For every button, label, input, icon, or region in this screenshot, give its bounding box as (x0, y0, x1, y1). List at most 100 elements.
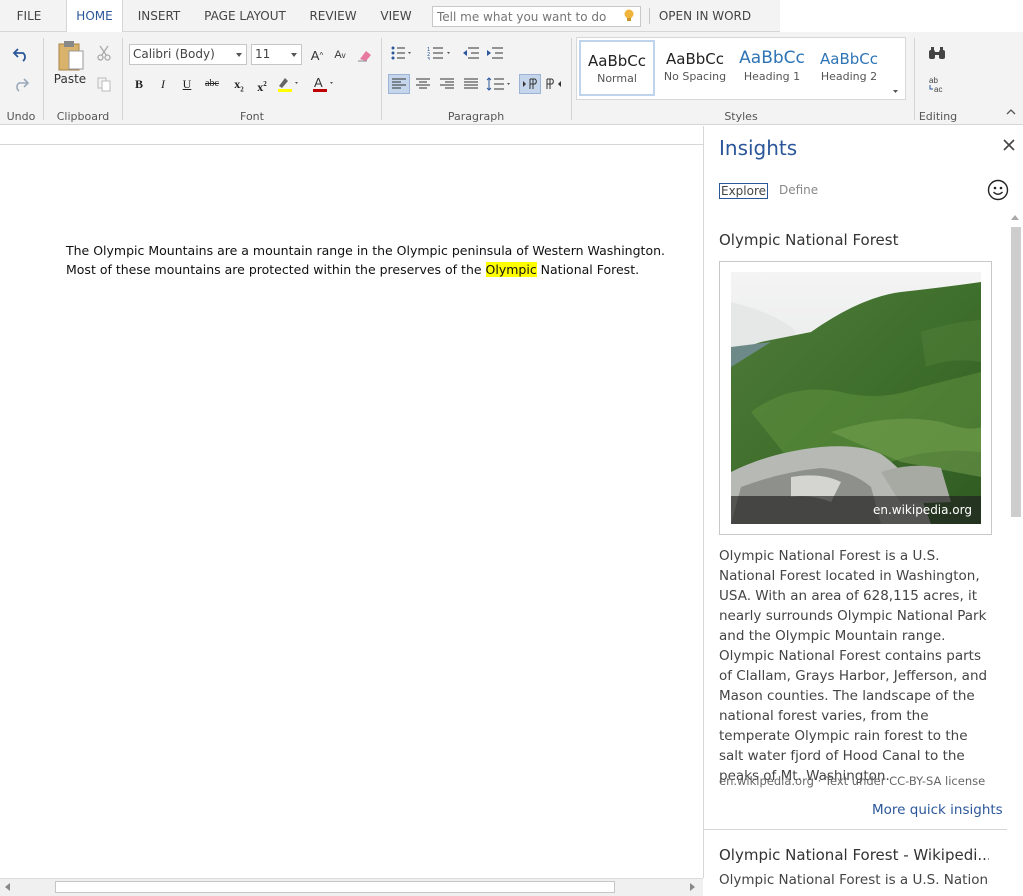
close-icon[interactable] (1002, 138, 1016, 152)
tab-view[interactable]: VIEW (376, 0, 416, 32)
style-name: Heading 2 (820, 70, 878, 83)
decrease-indent-icon[interactable] (461, 44, 481, 62)
group-label-clipboard: Clipboard (56, 110, 110, 123)
scrollbar-thumb[interactable] (1011, 227, 1021, 517)
clear-formatting-icon[interactable] (356, 46, 374, 64)
style-heading-2[interactable]: AaBbCc Heading 2 (811, 40, 887, 96)
group-label-font: Font (240, 110, 264, 123)
svg-text:ab: ab (929, 76, 938, 85)
style-name: Heading 1 (743, 70, 801, 83)
ltr-direction-button[interactable] (519, 74, 541, 94)
style-name: Normal (597, 72, 637, 85)
ribbon-tab-bar: FILE HOME INSERT PAGE LAYOUT REVIEW VIEW… (0, 0, 1023, 33)
align-left-button[interactable] (388, 74, 410, 94)
highlighted-word[interactable]: Olympic (485, 262, 537, 277)
shrink-font-icon[interactable]: Av (332, 46, 348, 64)
find-binoculars-icon[interactable] (926, 44, 948, 62)
font-size-value: 11 (255, 47, 271, 61)
insight-description: Olympic National Forest is a U.S. Nation… (719, 548, 988, 784)
insight-card-title[interactable]: Olympic National Forest - Wikipedi... (719, 846, 989, 864)
document-area[interactable]: The Olympic Mountains are a mountain ran… (0, 126, 703, 878)
group-separator (381, 38, 382, 120)
group-separator (43, 38, 44, 120)
tell-me-input[interactable] (433, 7, 613, 26)
insight-image-frame[interactable]: en.wikipedia.org (719, 261, 992, 535)
collapse-ribbon-icon[interactable] (1004, 106, 1018, 118)
grow-font-icon[interactable]: A ^ (309, 46, 325, 64)
increase-indent-icon[interactable] (485, 44, 505, 62)
cut-icon[interactable] (95, 44, 113, 62)
underline-button[interactable]: U (178, 75, 196, 93)
ltr-icon (523, 78, 537, 89)
bullets-icon[interactable] (390, 44, 414, 62)
group-label-undo: Undo (6, 110, 36, 123)
doc-text-after: National Forest. (536, 262, 640, 277)
subscript-button[interactable]: x2 (230, 75, 248, 93)
insight-card-title[interactable]: Olympic National Forest (719, 231, 898, 249)
tab-explore[interactable]: Explore (719, 183, 769, 199)
image-caption: en.wikipedia.org (731, 496, 981, 524)
insights-pane: Insights Explore Define Olympic National… (703, 126, 1023, 888)
styles-more-button[interactable] (888, 37, 906, 100)
tab-review[interactable]: REVIEW (304, 0, 362, 32)
more-quick-insights-link[interactable]: More quick insights (872, 802, 1003, 818)
tab-home[interactable]: HOME (66, 0, 123, 33)
document-horizontal-scrollbar[interactable] (0, 878, 703, 896)
group-separator (571, 38, 572, 120)
svg-text:A: A (314, 75, 323, 90)
page-top-edge (0, 144, 703, 145)
font-color-icon[interactable]: A (310, 75, 336, 93)
tab-bar-right-area (780, 0, 1023, 32)
style-sample: AaBbCc (588, 52, 646, 70)
chevron-down-icon (291, 53, 297, 57)
insights-title: Insights (719, 136, 798, 160)
font-size-dropdown[interactable]: 11 (251, 44, 302, 65)
group-separator (914, 38, 915, 120)
redo-icon[interactable] (10, 74, 32, 94)
bold-button[interactable]: B (130, 75, 148, 93)
highlight-color-icon[interactable] (275, 75, 301, 93)
justify-icon[interactable] (461, 74, 481, 94)
scroll-right-arrow-icon[interactable] (690, 883, 695, 891)
superscript-button[interactable]: x2 (253, 75, 271, 94)
strikethrough-button[interactable]: abc (200, 75, 224, 93)
open-in-word-button[interactable]: OPEN IN WORD (655, 0, 755, 32)
copy-icon[interactable] (95, 75, 113, 93)
insight-source: en.wikipedia.org · Text under CC-BY-SA l… (719, 774, 986, 788)
group-label-editing: Editing (918, 110, 958, 123)
line-spacing-icon[interactable] (485, 74, 513, 94)
scroll-left-arrow-icon[interactable] (5, 883, 10, 891)
tab-page-layout[interactable]: PAGE LAYOUT (200, 0, 290, 32)
italic-button[interactable]: I (154, 75, 172, 93)
numbering-icon[interactable]: 123 (426, 44, 454, 62)
tab-define[interactable]: Define (779, 183, 818, 197)
align-center-icon[interactable] (413, 74, 433, 94)
group-separator (122, 38, 123, 120)
rtl-direction-icon[interactable] (544, 74, 564, 94)
ribbon: Undo Paste Clipboard Calibri (Body) 11 A… (0, 32, 1023, 125)
insight-snippet: Olympic National Forest is a U.S. Nation… (719, 872, 989, 888)
insights-scrollbar[interactable] (1007, 211, 1023, 878)
style-heading-1[interactable]: AaBbCc Heading 1 (734, 40, 810, 96)
scroll-up-arrow-icon[interactable] (1011, 215, 1019, 220)
style-normal[interactable]: AaBbCc Normal (579, 40, 655, 96)
scrollbar-thumb[interactable] (55, 881, 615, 893)
style-no-spacing[interactable]: AaBbCc No Spacing (657, 40, 733, 96)
forest-mountain-image: en.wikipedia.org (731, 272, 981, 524)
tab-insert[interactable]: INSERT (132, 0, 186, 32)
group-label-paragraph: Paragraph (447, 110, 505, 123)
font-name-dropdown[interactable]: Calibri (Body) (129, 44, 247, 65)
card-divider (704, 829, 1007, 830)
tab-file[interactable]: FILE (8, 0, 50, 32)
undo-icon[interactable] (10, 44, 32, 64)
paste-label[interactable]: Paste (52, 72, 88, 86)
paste-icon[interactable] (56, 38, 86, 72)
align-right-icon[interactable] (437, 74, 457, 94)
styles-gallery: AaBbCc Normal AaBbCc No Spacing AaBbCc H… (576, 37, 906, 100)
document-paragraph[interactable]: The Olympic Mountains are a mountain ran… (66, 241, 696, 279)
replace-icon[interactable]: ab ac (926, 74, 948, 94)
smiley-feedback-icon[interactable] (987, 179, 1009, 201)
tell-me-box[interactable] (432, 6, 641, 27)
chevron-down-icon (236, 53, 242, 57)
align-left-icon (392, 78, 406, 89)
